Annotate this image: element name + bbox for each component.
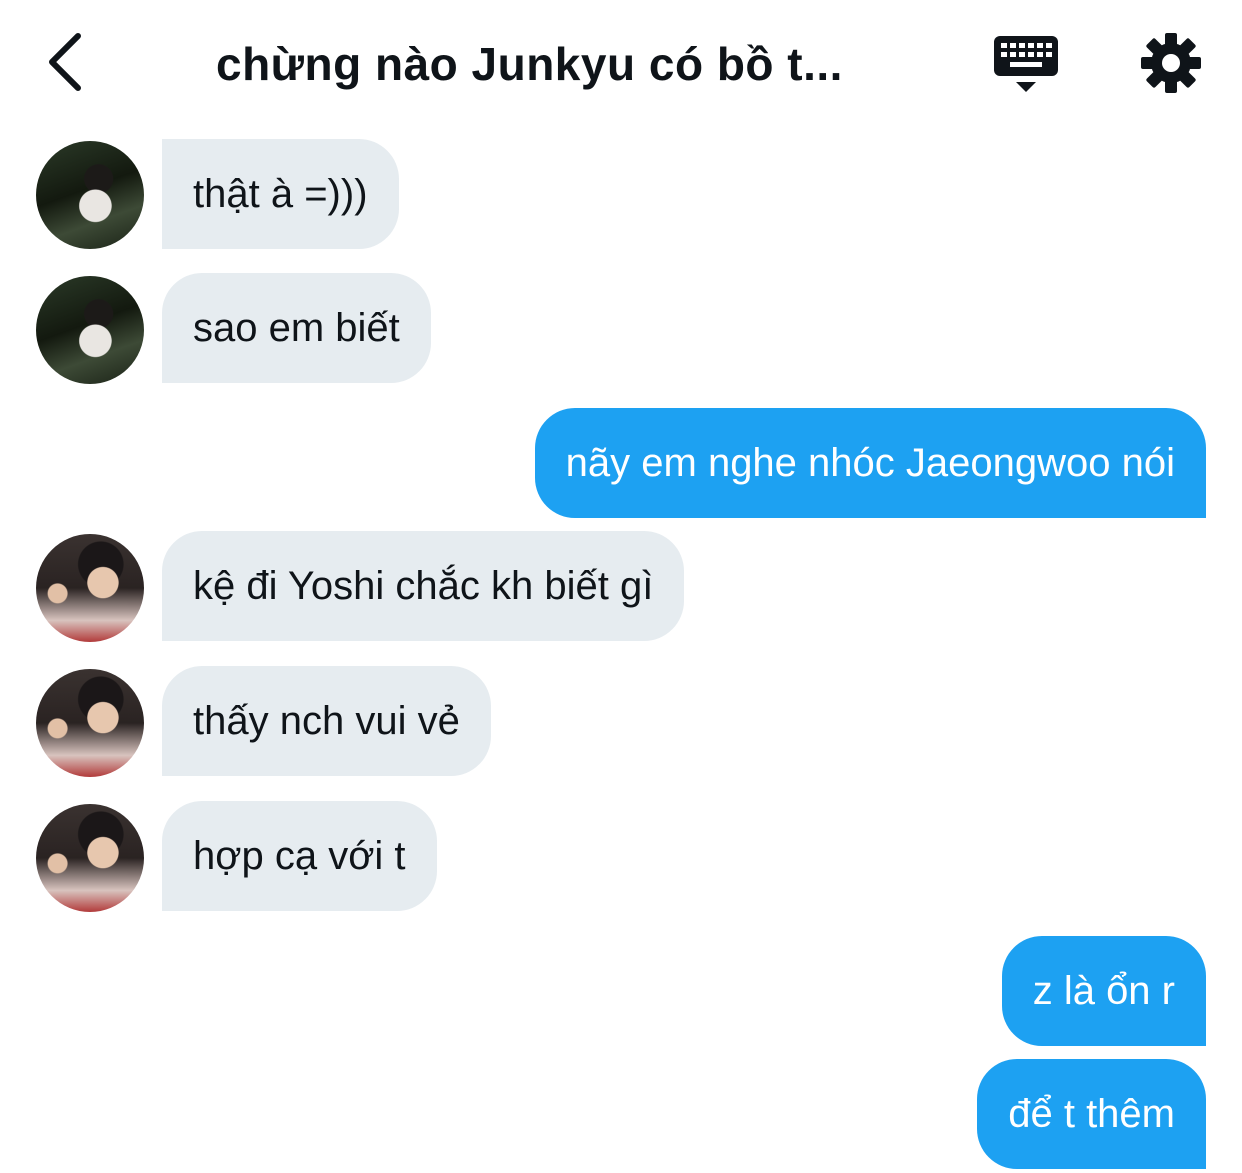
message-bubble-outgoing[interactable]: nãy em nghe nhóc Jaeongwoo nói (534, 408, 1206, 518)
chevron-left-icon (49, 33, 81, 91)
back-button[interactable] (40, 30, 96, 94)
keyboard-toggle-button[interactable] (990, 32, 1062, 98)
message-bubble-incoming[interactable]: thật à =))) (162, 139, 399, 249)
gear-icon (1141, 33, 1201, 93)
avatar[interactable] (36, 534, 144, 642)
message-bubble-incoming[interactable]: thấy nch vui vẻ (162, 666, 491, 776)
message-bubble-incoming[interactable]: kệ đi Yoshi chắc kh biết gì (162, 531, 685, 641)
message-bubble-outgoing[interactable]: z là ổn r (1001, 936, 1206, 1046)
avatar[interactable] (36, 669, 144, 777)
avatar[interactable] (36, 141, 144, 249)
keyboard-icon (994, 36, 1058, 92)
avatar[interactable] (36, 804, 144, 912)
message-bubble-incoming[interactable]: sao em biết (162, 273, 431, 383)
settings-button[interactable] (1138, 30, 1204, 96)
conversation-title: chừng nào Junkyu có bồ t... (216, 38, 843, 90)
conversation-header: chừng nào Junkyu có bồ t... (0, 0, 1242, 124)
message-bubble-incoming[interactable]: hợp cạ với t (162, 801, 437, 911)
message-bubble-outgoing[interactable]: để t thêm (977, 1059, 1206, 1169)
avatar[interactable] (36, 276, 144, 384)
